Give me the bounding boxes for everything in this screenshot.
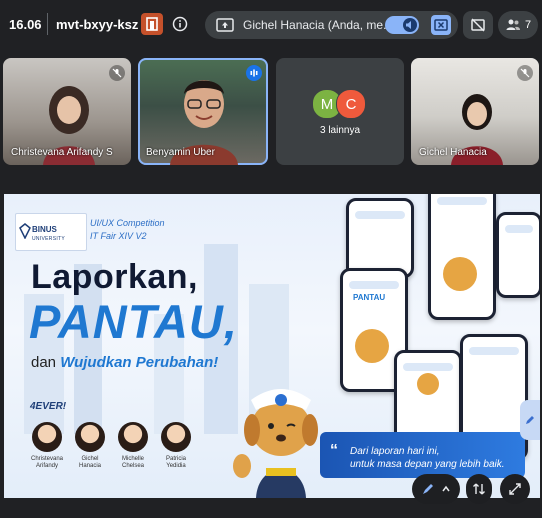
participants-button[interactable]: 7 (498, 11, 538, 39)
team-member: Michelle Chelsea (112, 422, 154, 470)
stop-presenting-icon[interactable] (431, 15, 451, 35)
side-panel-handle[interactable] (520, 400, 540, 440)
pencil-icon (526, 416, 534, 424)
competition-title: UI/UX Competition (90, 218, 165, 228)
speaker-icon (403, 18, 417, 32)
meeting-code[interactable]: mvt-bxyy-ksz (56, 17, 138, 32)
presenting-label: Gichel Hanacia (Anda, me... (243, 18, 394, 32)
presenting-indicator[interactable]: Gichel Hanacia (Anda, me... (205, 11, 458, 39)
team-member: Christevana Arifandy (26, 422, 68, 470)
app-mockup-phone (496, 212, 540, 298)
participant-name: Gichel Hanacia (419, 147, 487, 158)
app-mockup-phone (428, 194, 496, 320)
participant-name: Christevana Arifandy S (11, 147, 113, 158)
chevron-up-icon (442, 485, 450, 492)
expand-icon (509, 483, 521, 495)
speaking-indicator-icon (246, 65, 262, 81)
shared-presentation: BINUS UNIVERSITY UI/UX Competition IT Fa… (4, 194, 540, 498)
clock: 16.06 (9, 17, 42, 32)
divider (47, 13, 48, 35)
participant-name: Benyamin Uber (146, 147, 215, 158)
other-participants-tile[interactable]: M C 3 lainnya (276, 58, 404, 165)
competition-event: IT Fair XIV V2 (90, 231, 147, 241)
headline-pantau: PANTAU, (29, 295, 238, 348)
presenter-audio-toggle[interactable] (385, 16, 419, 34)
logo-subtext: UNIVERSITY (32, 236, 66, 242)
tagline-banner: “ Dari laporan hari ini, untuk masa depa… (320, 432, 525, 478)
participants-count: 7 (524, 19, 532, 31)
move-button[interactable] (466, 474, 492, 504)
team-name: 4EVER! (30, 401, 67, 412)
app-mockup-phone (346, 198, 414, 278)
fullscreen-button[interactable] (500, 474, 530, 504)
pen-tool-icon (423, 484, 433, 494)
hide-tiles-icon[interactable] (463, 11, 493, 39)
avatar: C (336, 89, 366, 119)
swap-vertical-icon (473, 483, 485, 495)
participant-tile-active-speaker[interactable]: Benyamin Uber (138, 58, 268, 165)
info-icon[interactable] (171, 15, 189, 33)
quote-icon: “ (330, 442, 338, 459)
avatar-stack: M C (312, 89, 372, 119)
headline-subtitle: dan Wujudkan Perubahan! (31, 354, 219, 371)
reactions-menu-button[interactable] (412, 474, 460, 504)
binus-logo: BINUS UNIVERSITY (15, 213, 87, 251)
present-screen-icon (215, 17, 235, 33)
others-count-label: 3 lainnya (319, 125, 361, 136)
participant-tile[interactable]: Gichel Hanacia (411, 58, 539, 165)
tagline-line: untuk masa depan yang lebih baik. (350, 459, 505, 470)
people-icon (506, 19, 520, 30)
tagline-line: Dari laporan hari ini, (350, 446, 440, 457)
mic-off-icon (109, 65, 125, 81)
team-member: Patricia Yedidia (155, 422, 197, 470)
mic-off-icon (517, 65, 533, 81)
meeting-top-bar: 16.06 mvt-bxyy-ksz Gichel Hanacia (Anda,… (0, 0, 542, 50)
logo-text: BINUS (32, 225, 57, 234)
participant-tile[interactable]: Christevana Arifandy S (3, 58, 131, 165)
app-name: PANTAU (353, 293, 386, 302)
university-emblem-icon (19, 223, 31, 239)
headline-laporkan: Laporkan, (31, 258, 198, 296)
exit-door-icon[interactable] (141, 13, 163, 35)
team-member: Gichel Hanacia (69, 422, 111, 470)
